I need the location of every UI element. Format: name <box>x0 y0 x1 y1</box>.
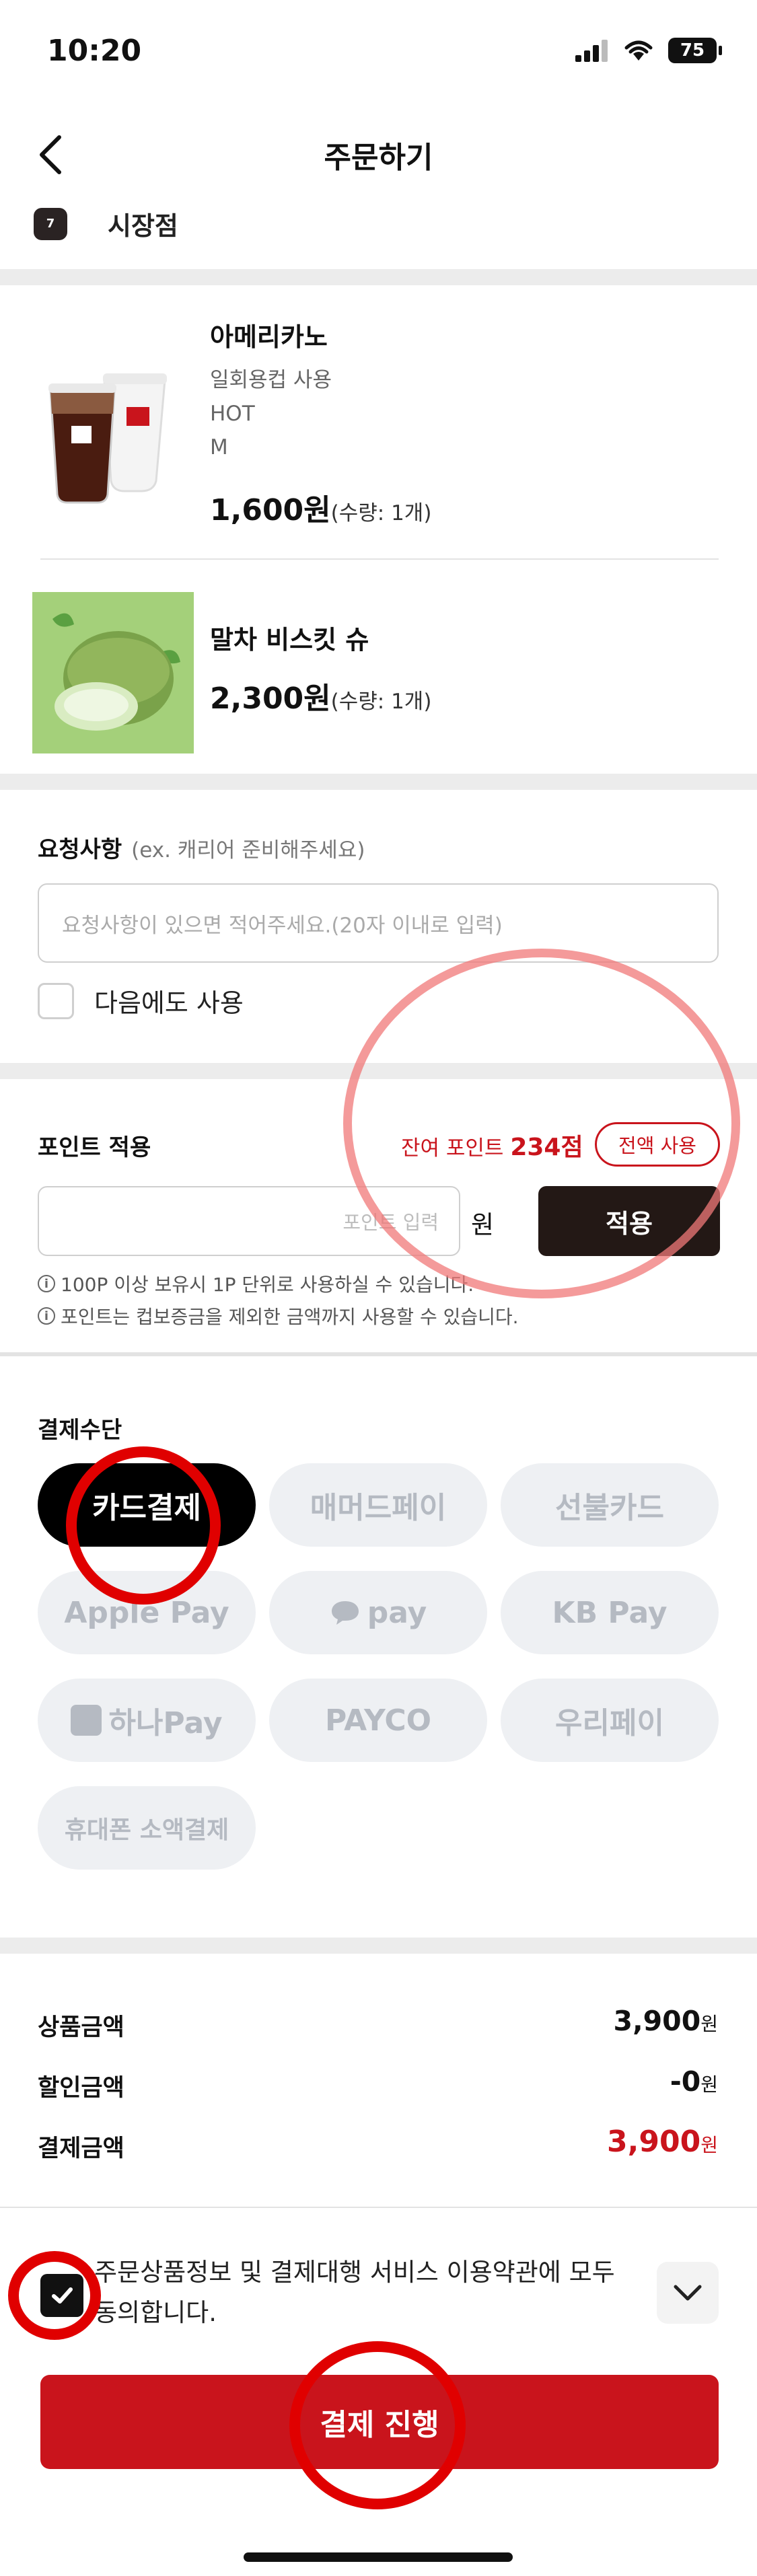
signal-icon <box>575 40 608 62</box>
item-divider <box>40 558 719 560</box>
store-logo-icon: 7 <box>34 207 67 240</box>
home-indicator <box>244 2552 513 2562</box>
pay-method-payco[interactable]: PAYCO <box>269 1679 487 1762</box>
section-divider <box>0 1938 757 1954</box>
pay-method-kakaopay[interactable]: pay <box>269 1571 487 1654</box>
section-divider <box>0 269 757 285</box>
product-options: 일회용컵 사용 HOT M <box>210 363 332 464</box>
points-notice: i 100P 이상 보유시 1P 단위로 사용하실 수 있습니다. <box>38 1270 474 1297</box>
remember-label: 다음에도 사용 <box>94 988 244 1018</box>
pay-method-card[interactable]: 카드결제 <box>38 1463 256 1547</box>
amount-label: 결제금액 <box>38 2135 124 2162</box>
store-row: 7 시장점 <box>34 205 178 242</box>
chevron-down-icon <box>674 2285 702 2301</box>
request-placeholder: 요청사항이 있으면 적어주세요.(20자 이내로 입력) <box>62 913 503 938</box>
section-divider <box>0 2207 757 2208</box>
section-divider <box>0 774 757 790</box>
hana-logo-icon <box>71 1705 102 1736</box>
section-divider <box>0 1063 757 1079</box>
pay-method-mobile[interactable]: 휴대폰 소액결제 <box>38 1786 256 1870</box>
product-image-americano <box>40 353 175 508</box>
pay-method-mammoth[interactable]: 매머드페이 <box>269 1463 487 1547</box>
product-qty: (수량: 1개) <box>330 690 432 714</box>
pay-method-kbpay[interactable]: KB Pay <box>501 1571 719 1654</box>
info-icon: i <box>38 1307 55 1325</box>
amount-number: 3,900 <box>613 2005 701 2037</box>
pay-method-applepay[interactable]: Apple Pay <box>38 1571 256 1654</box>
product-price-row: 2,300원 (수량: 1개) <box>210 674 431 717</box>
pay-method-wooripay[interactable]: 우리페이 <box>501 1679 719 1762</box>
point-input[interactable]: 포인트 입력 <box>38 1186 460 1256</box>
battery-icon: 75 <box>668 38 722 63</box>
chat-bubble-icon <box>331 1601 359 1625</box>
points-remaining: 잔여 포인트 234점 <box>401 1128 583 1163</box>
amount-unit: 원 <box>700 2013 718 2035</box>
pay-label: 하나Pay <box>108 1706 223 1740</box>
notice-text: 포인트는 컵보증금을 제외한 금액까지 사용할 수 있습니다. <box>61 1306 519 1328</box>
expand-terms-button[interactable] <box>657 2262 719 2324</box>
payment-label: 결제수단 <box>38 1417 122 1444</box>
amount-value: -0원 <box>670 2065 718 2098</box>
product-price: 1,600원 <box>210 493 331 527</box>
pay-label: pay <box>367 1595 427 1630</box>
page-title: 주문하기 <box>324 141 433 175</box>
points-remaining-prefix: 잔여 포인트 <box>401 1136 511 1161</box>
status-icons: 75 <box>575 38 722 63</box>
store-name: 시장점 <box>108 211 178 241</box>
info-icon: i <box>38 1275 55 1292</box>
point-input-placeholder: 포인트 입력 <box>343 1211 439 1234</box>
amount-number: -0 <box>670 2065 701 2098</box>
points-remaining-value: 234점 <box>510 1134 583 1161</box>
total-amount-value: 3,900원 <box>607 2125 718 2159</box>
product-qty: (수량: 1개) <box>330 501 432 525</box>
checkbox-empty-icon <box>38 982 74 1019</box>
apply-points-button[interactable]: 적용 <box>538 1186 720 1256</box>
checkmark-icon <box>52 2287 73 2304</box>
amount-unit: 원 <box>700 2134 718 2156</box>
status-time: 10:20 <box>47 34 142 68</box>
amount-value: 3,900원 <box>614 2005 718 2037</box>
agree-checkbox[interactable] <box>40 2274 83 2317</box>
amount-label: 할인금액 <box>38 2075 124 2102</box>
product-image-matcha-choux <box>32 592 194 753</box>
request-hint: (ex. 캐리어 준비해주세요) <box>131 838 365 862</box>
section-divider <box>0 1352 757 1356</box>
wifi-icon <box>624 40 653 61</box>
point-unit: 원 <box>471 1210 495 1239</box>
pay-method-prepaid[interactable]: 선불카드 <box>501 1463 719 1547</box>
request-label: 요청사항 <box>38 836 122 863</box>
amount-unit: 원 <box>700 2073 718 2096</box>
product-name: 아메리카노 <box>210 322 328 352</box>
pay-submit-button[interactable]: 결제 진행 <box>40 2375 719 2469</box>
pay-method-hanapay[interactable]: 하나Pay <box>38 1679 256 1762</box>
agree-text: 주문상품정보 및 결제대행 서비스 이용약관에 모두 동의합니다. <box>94 2258 615 2327</box>
points-label: 포인트 적용 <box>38 1134 151 1161</box>
request-input[interactable]: 요청사항이 있으면 적어주세요.(20자 이내로 입력) <box>38 883 719 963</box>
notice-text: 100P 이상 보유시 1P 단위로 사용하실 수 있습니다. <box>61 1274 474 1296</box>
request-header: 요청사항 (ex. 캐리어 준비해주세요) <box>38 831 365 864</box>
amount-number: 3,900 <box>607 2125 701 2159</box>
product-option: 일회용컵 사용 <box>210 368 332 392</box>
product-price: 2,300원 <box>210 682 331 716</box>
use-all-points-button[interactable]: 전액 사용 <box>595 1122 720 1167</box>
product-name: 말차 비스킷 슈 <box>210 625 369 655</box>
points-notice: i 포인트는 컵보증금을 제외한 금액까지 사용할 수 있습니다. <box>38 1302 519 1329</box>
product-option: HOT <box>210 402 255 426</box>
product-option: M <box>210 435 228 459</box>
product-price-row: 1,600원 (수량: 1개) <box>210 486 431 529</box>
amount-label: 상품금액 <box>38 2014 124 2041</box>
remember-request-checkbox[interactable]: 다음에도 사용 <box>38 982 244 1019</box>
